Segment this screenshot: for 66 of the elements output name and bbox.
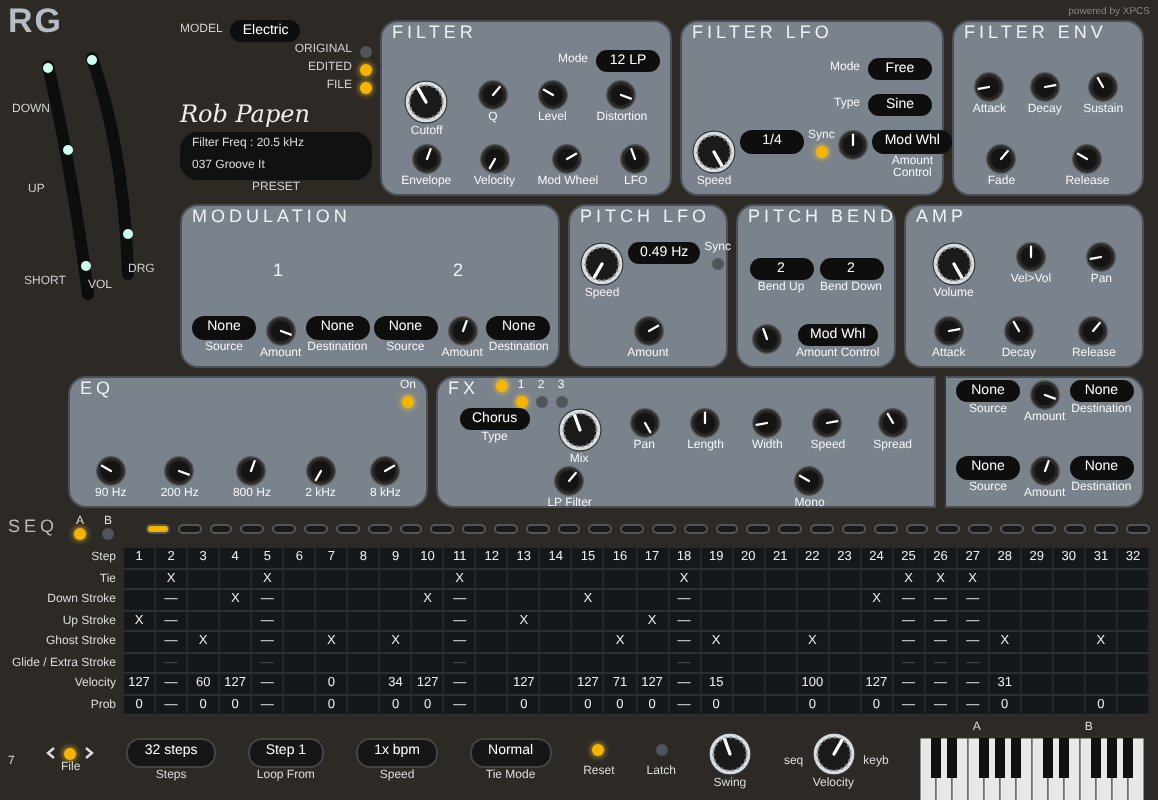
panel-title: EQ bbox=[80, 380, 115, 400]
knob[interactable] bbox=[692, 130, 736, 175]
knob[interactable] bbox=[752, 407, 783, 438]
knob[interactable] bbox=[557, 407, 602, 452]
knob[interactable] bbox=[633, 316, 663, 347]
knob[interactable] bbox=[931, 242, 976, 287]
panel-title: PITCH BEND bbox=[748, 208, 898, 228]
knob[interactable] bbox=[620, 144, 651, 175]
panel-title: FILTER ENV bbox=[964, 24, 1107, 44]
knob[interactable] bbox=[811, 731, 856, 775]
knob[interactable] bbox=[477, 79, 508, 110]
knob[interactable] bbox=[1015, 242, 1046, 273]
knob[interactable] bbox=[404, 79, 449, 124]
panel-title: MODULATION bbox=[192, 208, 351, 228]
knob[interactable] bbox=[370, 456, 401, 487]
knob[interactable] bbox=[1078, 316, 1109, 347]
knob[interactable] bbox=[1029, 380, 1060, 410]
panel-title: FILTER LFO bbox=[692, 24, 833, 44]
section-number: 1 bbox=[272, 262, 287, 283]
panel-title: AMP bbox=[916, 208, 968, 228]
led-indicator[interactable] bbox=[592, 743, 605, 755]
knob[interactable] bbox=[265, 316, 296, 347]
knob[interactable] bbox=[812, 407, 843, 438]
knob[interactable] bbox=[580, 242, 624, 287]
knob[interactable] bbox=[447, 316, 478, 347]
knob[interactable] bbox=[707, 731, 752, 775]
knob[interactable] bbox=[1003, 316, 1034, 347]
led-indicator[interactable] bbox=[74, 528, 87, 540]
knob[interactable] bbox=[1029, 71, 1060, 102]
arrow-left-icon[interactable] bbox=[46, 746, 57, 760]
arrow-right-icon[interactable] bbox=[84, 746, 95, 760]
knob[interactable] bbox=[554, 466, 585, 497]
knob[interactable] bbox=[690, 407, 721, 438]
section-title: SEQ bbox=[8, 518, 59, 538]
knob[interactable] bbox=[629, 407, 660, 438]
knob[interactable] bbox=[537, 79, 568, 110]
led-indicator[interactable] bbox=[360, 81, 372, 94]
signature: Rob Papen bbox=[180, 98, 312, 133]
knob[interactable] bbox=[411, 144, 442, 175]
knob[interactable] bbox=[1088, 71, 1119, 102]
panel-title: FILTER bbox=[392, 24, 477, 44]
knob[interactable] bbox=[95, 456, 126, 487]
knob[interactable] bbox=[974, 71, 1005, 102]
knob[interactable] bbox=[1072, 144, 1103, 175]
step-led[interactable] bbox=[146, 523, 170, 533]
panel-title: FX bbox=[448, 380, 480, 400]
knob[interactable] bbox=[794, 466, 825, 497]
knob[interactable] bbox=[479, 144, 510, 175]
logo: RG bbox=[8, 4, 65, 38]
knob[interactable] bbox=[838, 130, 869, 161]
knob[interactable] bbox=[877, 407, 908, 438]
led-indicator[interactable] bbox=[64, 747, 77, 759]
knob[interactable] bbox=[236, 456, 267, 487]
piano-keyboard-drawing[interactable] bbox=[920, 737, 1145, 800]
knob[interactable] bbox=[305, 456, 336, 487]
knob[interactable] bbox=[606, 79, 637, 110]
section-number: 2 bbox=[452, 262, 467, 283]
knob[interactable] bbox=[933, 316, 964, 347]
knob[interactable] bbox=[986, 144, 1017, 175]
knob[interactable] bbox=[1029, 456, 1060, 487]
led-indicator[interactable] bbox=[360, 63, 372, 76]
knob[interactable] bbox=[552, 144, 583, 175]
panel-title: PITCH LFO bbox=[580, 208, 711, 228]
knob[interactable] bbox=[1086, 242, 1117, 273]
knob[interactable] bbox=[164, 456, 195, 487]
knob[interactable] bbox=[752, 324, 783, 355]
